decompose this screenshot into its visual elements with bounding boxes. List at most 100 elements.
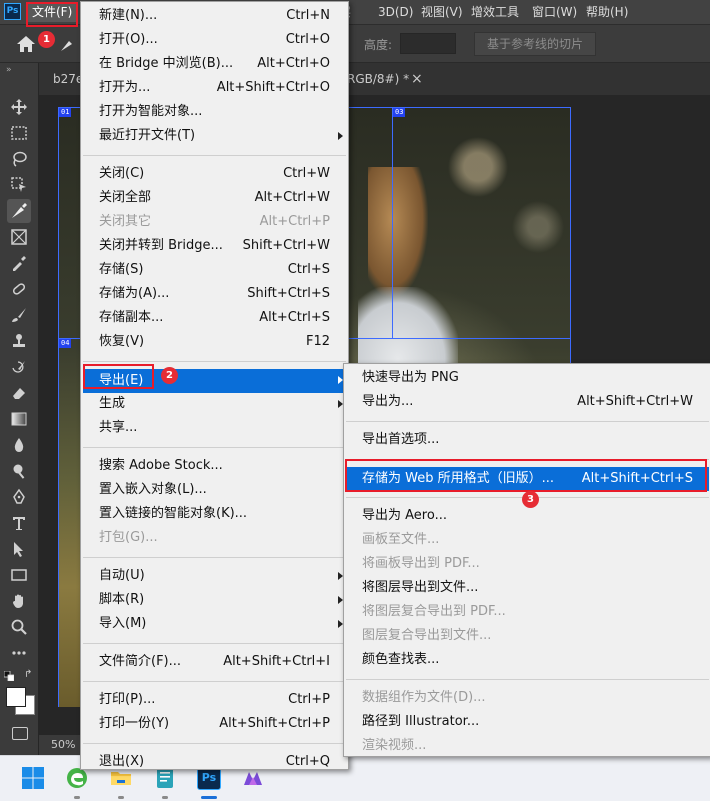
export-menu-item[interactable]: 路径到 Illustrator... — [346, 711, 709, 733]
frame-tool-icon[interactable] — [7, 225, 31, 249]
menu-item-shortcut: Ctrl+N — [286, 8, 330, 23]
menu-item-label: 将图层复合导出到 PDF... — [362, 604, 506, 619]
windows-start-icon[interactable] — [21, 766, 45, 790]
marquee-tool-icon[interactable] — [7, 121, 31, 145]
menu-item-label: 新建(N)... — [99, 8, 158, 23]
file-menu-item[interactable]: 导入(M) — [83, 613, 346, 635]
menu-window[interactable]: 窗口(W) — [528, 0, 581, 24]
type-tool-icon[interactable] — [7, 511, 31, 535]
eyedropper-tool-icon[interactable] — [7, 251, 31, 275]
menu-plugins[interactable]: 增效工具 — [467, 0, 523, 24]
history-brush-tool-icon[interactable] — [7, 355, 31, 379]
menu-3d[interactable]: 3D(D) — [374, 0, 417, 24]
file-menu-item[interactable]: 搜索 Adobe Stock... — [83, 455, 346, 477]
menu-item-shortcut: Shift+Ctrl+S — [247, 286, 330, 301]
file-menu-item: 打包(G)... — [83, 527, 346, 549]
export-menu-item[interactable]: 快速导出为 PNG — [346, 367, 709, 389]
menu-item-label: 搜索 Adobe Stock... — [99, 458, 223, 473]
document-tab-left[interactable]: b27e — [53, 63, 83, 95]
gradient-tool-icon[interactable] — [7, 407, 31, 431]
file-menu-item[interactable]: 打开为智能对象... — [83, 101, 346, 123]
height-input[interactable] — [400, 33, 456, 54]
slices-from-guides-button[interactable]: 基于参考线的切片 — [474, 32, 597, 56]
eraser-tool-icon[interactable] — [7, 381, 31, 405]
export-menu-item: 渲染视频... — [346, 735, 709, 757]
menu-separator — [83, 681, 346, 682]
file-menu-item[interactable]: 存储为(A)... Shift+Ctrl+S — [83, 283, 346, 305]
file-menu-item[interactable]: 打印一份(Y) Alt+Shift+Ctrl+P — [83, 713, 346, 735]
file-menu-item[interactable]: 关闭全部 Alt+Ctrl+W — [83, 187, 346, 209]
menu-separator — [83, 361, 346, 362]
menu-item-label: 退出(X) — [99, 754, 145, 769]
file-menu-item[interactable]: 退出(X) Ctrl+Q — [83, 751, 346, 773]
menu-item-label: 关闭(C) — [99, 166, 145, 181]
taskbar-running-indicator — [74, 796, 80, 799]
file-menu-item[interactable]: 文件简介(F)... Alt+Shift+Ctrl+I — [83, 651, 346, 673]
menu-item-label: 关闭全部 — [99, 190, 152, 205]
export-menu-item[interactable]: 颜色查找表... — [346, 649, 709, 671]
file-menu-item[interactable]: 置入嵌入对象(L)... — [83, 479, 346, 501]
photoshop-logo: Ps — [4, 3, 21, 20]
submenu-arrow-icon — [338, 132, 343, 140]
menu-item-shortcut: Alt+Ctrl+W — [254, 190, 330, 205]
menu-item-label: 颜色查找表... — [362, 652, 440, 667]
menu-item-shortcut: F12 — [305, 334, 330, 349]
object-select-tool-icon[interactable] — [7, 173, 31, 197]
export-menu-item[interactable]: 导出为 Aero... — [346, 505, 709, 527]
menu-item-label: 自动(U) — [99, 568, 145, 583]
file-menu-item[interactable]: 置入链接的智能对象(K)... — [83, 503, 346, 525]
menu-item-label: 置入嵌入对象(L)... — [99, 482, 207, 497]
hand-tool-icon[interactable] — [7, 589, 31, 613]
healing-brush-tool-icon[interactable] — [7, 277, 31, 301]
file-menu-item[interactable]: 打印(P)... Ctrl+P — [83, 689, 346, 711]
file-menu-item[interactable]: 新建(N)... Ctrl+N — [83, 5, 346, 27]
file-menu-item[interactable]: 自动(U) — [83, 565, 346, 587]
file-menu-item[interactable]: 脚本(R) — [83, 589, 346, 611]
zoom-tool-icon[interactable] — [7, 615, 31, 639]
file-menu-item[interactable]: 最近打开文件(T) — [83, 125, 346, 147]
file-menu-item[interactable]: 关闭并转到 Bridge... Shift+Ctrl+W — [83, 235, 346, 257]
quick-mask-icon[interactable] — [12, 727, 28, 740]
menu-item-shortcut: Alt+Shift+Ctrl+O — [216, 80, 330, 95]
brush-tool-icon[interactable] — [7, 303, 31, 327]
file-menu-item[interactable]: 关闭(C) Ctrl+W — [83, 163, 346, 185]
pen-tool-icon[interactable] — [7, 485, 31, 509]
clone-stamp-tool-icon[interactable] — [7, 329, 31, 353]
export-menu-item: 画板至文件... — [346, 529, 709, 551]
menu-item-label: 导入(M) — [99, 616, 147, 631]
file-menu-item[interactable]: 在 Bridge 中浏览(B)... Alt+Ctrl+O — [83, 53, 346, 75]
more-tools-icon[interactable] — [7, 641, 31, 665]
menu-view[interactable]: 视图(V) — [417, 0, 467, 24]
menu-item-label: 共享... — [99, 420, 138, 435]
slice-tool-icon-active[interactable] — [7, 199, 31, 223]
panel-collapse-icon[interactable]: » — [6, 65, 12, 75]
default-colors-icon[interactable] — [3, 670, 15, 682]
slice-tool-icon[interactable] — [58, 35, 76, 53]
file-menu-item[interactable]: 存储副本... Alt+Ctrl+S — [83, 307, 346, 329]
file-menu-item[interactable]: 打开(O)... Ctrl+O — [83, 29, 346, 51]
blur-tool-icon[interactable] — [7, 433, 31, 457]
menu-help[interactable]: 帮助(H) — [582, 0, 632, 24]
lasso-tool-icon[interactable] — [7, 147, 31, 171]
export-menu-item[interactable]: 导出为... Alt+Shift+Ctrl+W — [346, 391, 709, 413]
dodge-tool-icon[interactable] — [7, 459, 31, 483]
file-menu-item[interactable]: 打开为... Alt+Shift+Ctrl+O — [83, 77, 346, 99]
rectangle-tool-icon[interactable] — [7, 563, 31, 587]
menu-item-shortcut: Ctrl+W — [283, 166, 330, 181]
menu-item-label: 脚本(R) — [99, 592, 145, 607]
export-menu-item[interactable]: 导出首选项... — [346, 429, 709, 451]
path-select-tool-icon[interactable] — [7, 537, 31, 561]
file-menu-item[interactable]: 生成 — [83, 393, 346, 415]
close-tab-icon[interactable]: × — [411, 63, 423, 95]
foreground-color-swatch[interactable] — [6, 687, 26, 707]
document-tab-title[interactable]: RGB/8#) * — [347, 63, 409, 95]
file-menu-item[interactable]: 存储(S) Ctrl+S — [83, 259, 346, 281]
taskbar-active-indicator — [201, 796, 217, 799]
menu-item-label: 恢复(V) — [99, 334, 145, 349]
export-menu-item[interactable]: 将图层导出到文件... — [346, 577, 709, 599]
swap-colors-icon[interactable]: ↱ — [24, 669, 32, 680]
file-menu-item[interactable]: 共享... — [83, 417, 346, 439]
move-tool-icon[interactable] — [7, 95, 31, 119]
file-menu-item[interactable]: 恢复(V) F12 — [83, 331, 346, 353]
home-icon[interactable] — [14, 33, 38, 55]
